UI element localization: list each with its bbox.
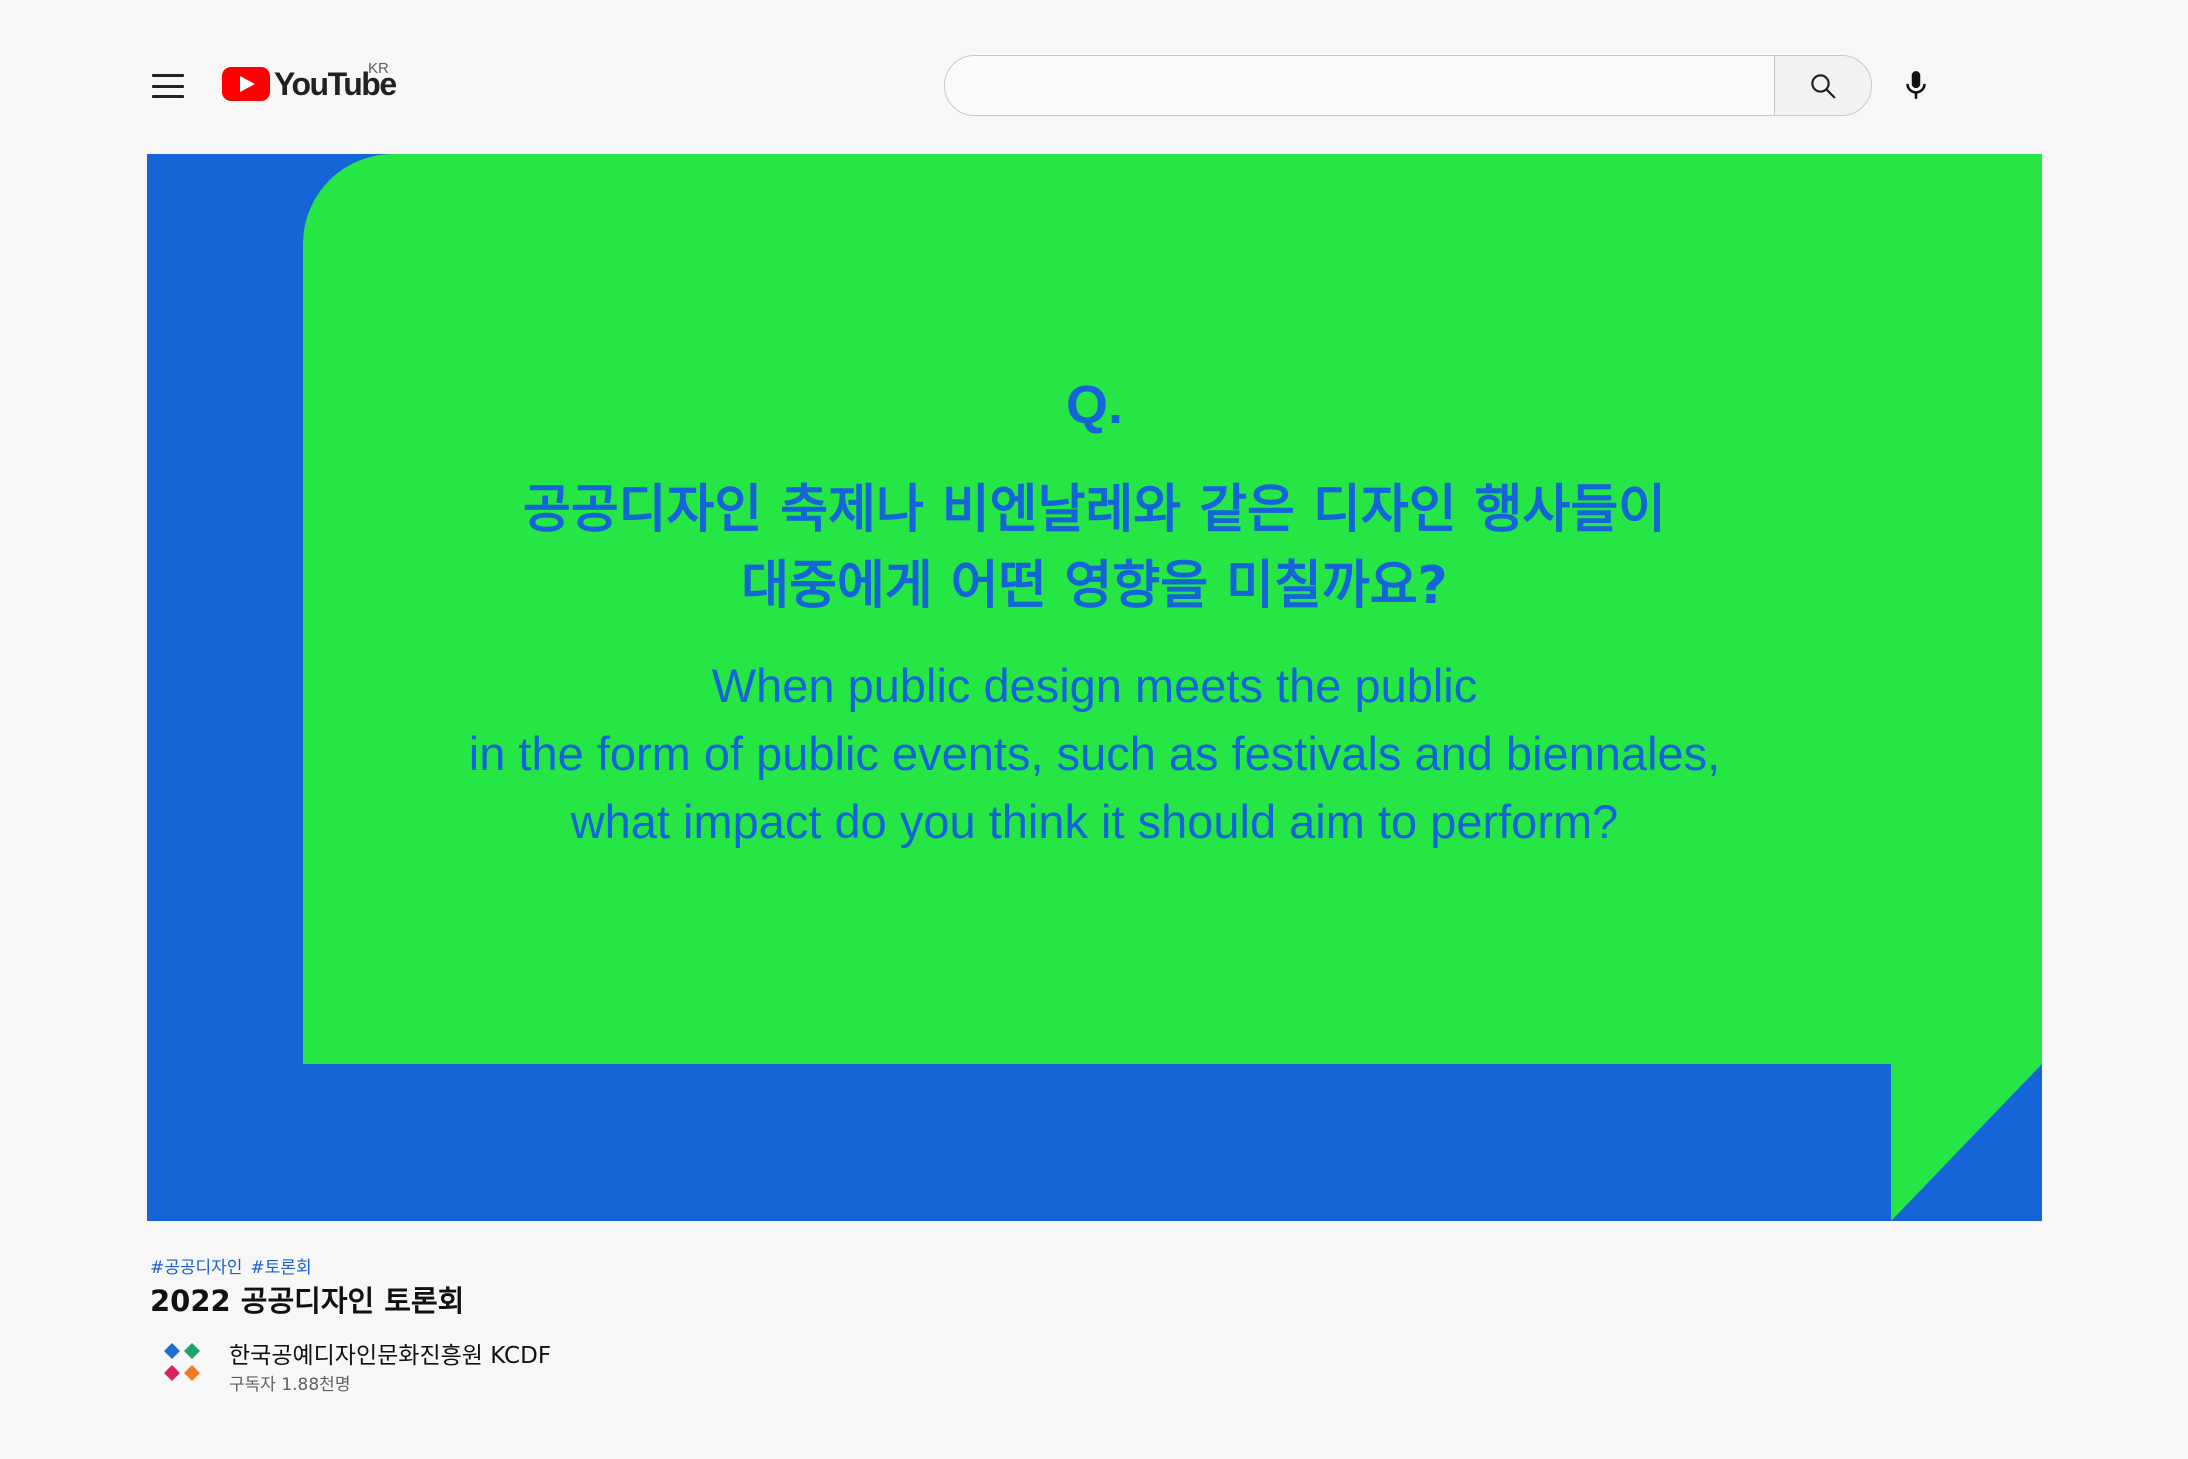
voice-search-button[interactable] [1894,64,1938,108]
speech-bubble-tail [1891,1064,2042,1221]
question-english-line: what impact do you think it should aim t… [570,795,1619,848]
question-korean-line: 대중에게 어떤 영향을 미칠까요? [741,556,1448,616]
video-player[interactable]: Q. 공공디자인 축제나 비엔날레와 같은 디자인 행사들이 대중에게 어떤 영… [147,154,2042,1221]
channel-name[interactable]: 한국공예디자인문화진흥원 KCDF [229,1336,551,1370]
search-button[interactable] [1774,56,1871,115]
question-english-line: When public design meets the public [711,659,1478,712]
question-english: When public design meets the public in t… [147,652,2042,856]
question-mark-label: Q. [1065,375,1123,435]
search-bar [944,55,1872,116]
search-input[interactable] [945,56,1774,115]
question-korean: 공공디자인 축제나 비엔날레와 같은 디자인 행사들이 대중에게 어떤 영향을 … [147,472,2042,624]
hashtag-link[interactable]: #공공디자인 [150,1253,242,1278]
kcdf-logo-icon[interactable] [160,1341,204,1385]
youtube-play-icon [222,67,270,101]
subscriber-count: 구독자 1.88천명 [229,1375,351,1395]
microphone-icon [1906,71,1926,99]
hashtag-list: #공공디자인 #토론회 [150,1253,312,1278]
search-icon [1811,73,1836,98]
question-korean-line: 공공디자인 축제나 비엔날레와 같은 디자인 행사들이 [523,480,1666,540]
hamburger-menu-icon [152,74,184,77]
logo-region-code: KR [368,60,389,77]
video-title: 2022 공공디자인 토론회 [150,1284,465,1318]
question-english-line: in the form of public events, such as fe… [468,727,1721,780]
hashtag-link[interactable]: #토론회 [250,1253,311,1278]
menu-button[interactable] [140,66,196,106]
